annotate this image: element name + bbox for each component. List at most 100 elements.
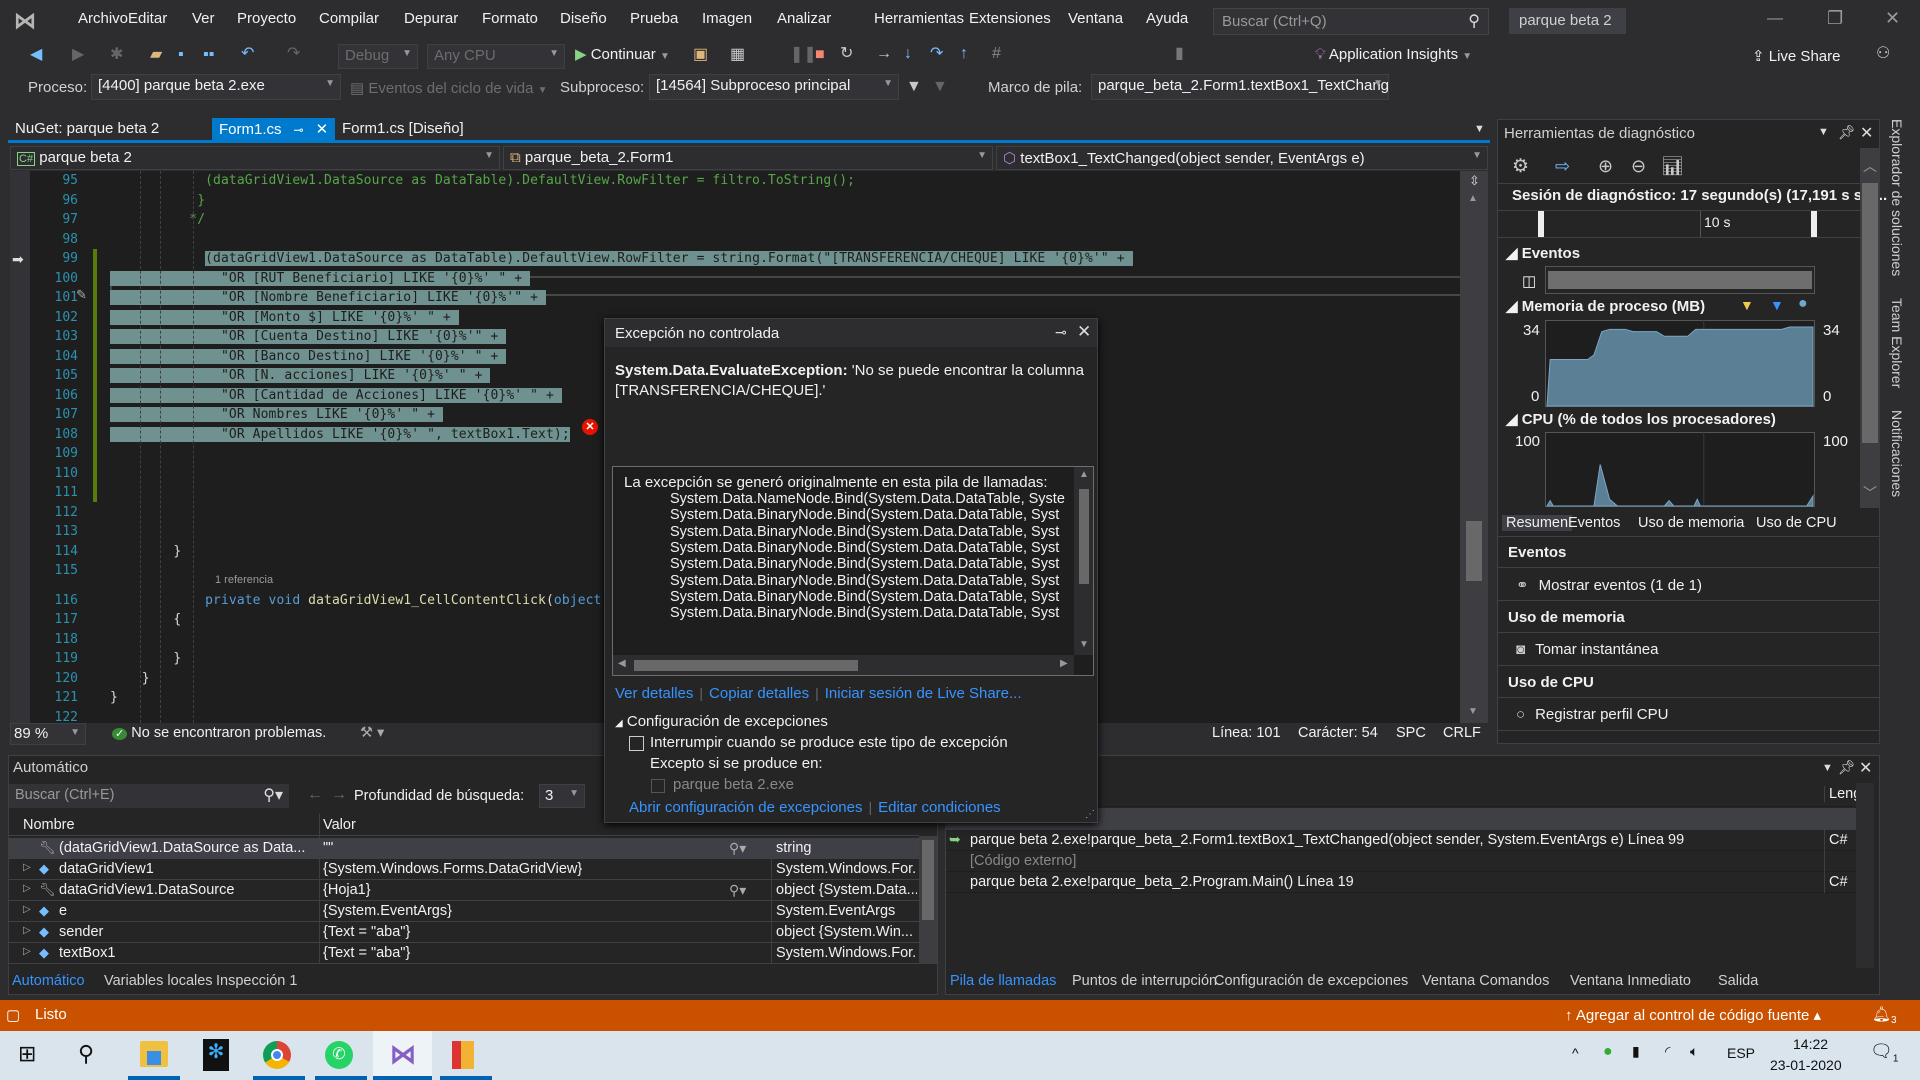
diag-scroll-thumb[interactable] [1862, 183, 1878, 443]
tray-app-icon[interactable]: ● [1603, 1043, 1613, 1061]
autos-tab-1[interactable]: Variables locales [104, 973, 213, 989]
menu-herramientas[interactable]: Herramientas [874, 10, 964, 27]
close-tab-icon[interactable]: ✕ [316, 121, 329, 138]
code-line[interactable]: "OR [Banco Destino] LIKE '{0}%' " + [110, 347, 507, 367]
diag-section-action[interactable]: ⚭ Mostrar eventos (1 de 1) [1498, 567, 1879, 601]
variable-value[interactable]: "" [323, 838, 743, 859]
stack-vscroll[interactable]: ▲ ▼ [1074, 467, 1093, 655]
zoom-dropdown[interactable]: 89 % ▼ [10, 723, 86, 745]
stack-hscroll[interactable]: ◀ ▶ [613, 655, 1074, 675]
menu-ver[interactable]: Ver [192, 10, 215, 27]
callstack-scrollbar[interactable] [1856, 783, 1874, 968]
redo-icon[interactable]: ↷ [287, 46, 300, 62]
code-line[interactable]: } [110, 688, 118, 708]
callstack-tab-4[interactable]: Ventana Inmediato [1570, 973, 1691, 989]
call-stack-frame[interactable]: parque beta 2.exe!parque_beta_2.Form1.te… [970, 830, 1820, 851]
clock-time[interactable]: 14:22 [1793, 1036, 1828, 1052]
code-line[interactable]: "OR [N. acciones] LIKE '{0}%' " + [110, 366, 491, 386]
platform-dropdown[interactable]: Any CPU ▼ [427, 44, 565, 69]
code-line[interactable]: "OR [Cantidad de Acciones] LIKE '{0}%' "… [110, 386, 562, 406]
variable-name[interactable]: dataGridView1 [59, 859, 321, 880]
pin-icon[interactable]: ⊸ [1055, 324, 1067, 341]
autos-scrollbar[interactable] [919, 836, 937, 964]
variable-value[interactable]: {Text = "aba"} [323, 922, 743, 943]
code-line[interactable]: "OR [Monto $] LIKE '{0}%' " + [110, 308, 459, 328]
start-icon[interactable]: ⊞ [18, 1041, 36, 1067]
resize-grip-icon[interactable]: ⋰ [1085, 809, 1095, 820]
project-dropdown[interactable]: C# parque beta 2 ▼ [10, 146, 500, 170]
diag-tab-3[interactable]: Uso de CPU [1756, 515, 1837, 531]
menu-ayuda[interactable]: Ayuda [1146, 10, 1188, 27]
step-into-icon[interactable]: ↓ [904, 46, 912, 62]
input-language[interactable]: ESP [1727, 1045, 1755, 1061]
menu-compilar[interactable]: Compilar [319, 10, 379, 27]
diag-section-action[interactable]: ◙ Tomar instantánea [1498, 632, 1879, 666]
except-module-checkbox[interactable] [651, 779, 665, 793]
undo-icon[interactable]: ↶ [241, 46, 254, 62]
code-line[interactable]: "OR [RUT Beneficiario] LIKE '{0}%' " + [110, 269, 531, 289]
action-center-icon[interactable]: 🗨︎1 [1870, 1041, 1898, 1065]
open-icon[interactable]: ▰ [150, 47, 162, 63]
expand-icon[interactable]: ▷ [23, 925, 31, 936]
break-on-exception-checkbox[interactable] [629, 736, 644, 751]
search-back-icon[interactable]: ← [307, 786, 323, 804]
menu-ventana[interactable]: Ventana [1068, 10, 1123, 27]
exception-settings-toggle[interactable]: ◢ Configuración de excepciones [615, 713, 828, 730]
menu-proyecto[interactable]: Proyecto [237, 10, 296, 27]
scroll-down-icon[interactable]: ﹀ [1863, 483, 1877, 503]
side-tab-0[interactable]: Explorador de soluciones [1889, 119, 1905, 276]
visual-studio-taskbar-button[interactable]: ⋈ [373, 1031, 432, 1080]
pin-tab-icon[interactable]: ⊸ [294, 123, 304, 137]
minimize-button[interactable]: — [1767, 10, 1783, 28]
bookmark-icon[interactable]: ▮ [1175, 46, 1184, 62]
expand-icon[interactable]: ▷ [23, 904, 31, 915]
variable-name[interactable]: (dataGridView1.DataSource as Data... [59, 838, 321, 859]
column-value[interactable]: Valor [323, 817, 356, 833]
pin-icon[interactable]: 📌︎ [1838, 124, 1856, 141]
quick-search-input[interactable]: Buscar (Ctrl+Q) ⚲ [1213, 8, 1489, 35]
expand-icon[interactable]: ▷ [23, 862, 31, 873]
show-next-statement-icon[interactable]: → [876, 46, 892, 62]
variable-name[interactable]: e [59, 901, 321, 922]
code-line[interactable]: } [110, 649, 181, 669]
panel-menu-icon[interactable]: ▼ [1818, 126, 1829, 138]
chrome-icon[interactable] [263, 1041, 291, 1069]
menu-depurar[interactable]: Depurar [404, 10, 458, 27]
scroll-up-icon[interactable]: ︿ [1863, 156, 1877, 176]
autos-tab-2[interactable]: Inspección 1 [216, 973, 297, 989]
code-line[interactable]: private void dataGridView1_CellContentCl… [110, 591, 601, 611]
thread-dropdown[interactable]: [14564] Subproceso principal ▼ [649, 74, 899, 100]
stack-vscroll-thumb[interactable] [1079, 489, 1089, 584]
variable-name[interactable]: textBox1 [59, 943, 321, 964]
menu-imagen[interactable]: Imagen [702, 10, 752, 27]
hex-icon[interactable]: # [992, 46, 1001, 62]
save-all-icon[interactable]: ▪▪ [203, 47, 214, 63]
callstack-tab-3[interactable]: Ventana Comandos [1422, 973, 1549, 989]
continue-button[interactable]: ▶ Continuar ▼ [575, 45, 670, 69]
diag-scrollbar[interactable]: ︿ ﹀ [1860, 148, 1880, 508]
callstack-tab-0[interactable]: Pila de llamadas [950, 973, 1056, 989]
selection-end-handle[interactable] [1811, 211, 1817, 237]
visualizer-icon[interactable]: ⚲▾ [729, 840, 746, 857]
diag-tab-2[interactable]: Uso de memoria [1638, 515, 1744, 531]
edit-conditions-link[interactable]: Editar condiciones [878, 799, 1001, 816]
tab-0[interactable]: NuGet: parque beta 2 [8, 118, 205, 140]
code-line[interactable]: } [110, 669, 150, 689]
split-icon[interactable]: ⇳ [1469, 173, 1480, 189]
menu-extensiones[interactable]: Extensiones [969, 10, 1051, 27]
code-line[interactable]: "OR [Nombre Beneficiario] LIKE '{0}%'" + [110, 288, 546, 308]
wifi-icon[interactable]: ◜ [1665, 1043, 1670, 1060]
tab-1[interactable]: Form1.cs ⊸ ✕ [212, 118, 335, 140]
visualizer-icon[interactable]: ⚲▾ [729, 882, 746, 899]
memory-chart[interactable] [1545, 320, 1815, 407]
search-forward-icon[interactable]: → [331, 786, 347, 804]
pin-icon[interactable]: 📌︎ [1838, 759, 1856, 776]
variable-value[interactable]: {System.Windows.Forms.DataGridView} [323, 859, 743, 880]
close-panel-icon[interactable]: ✕ [1860, 123, 1873, 143]
autos-search-input[interactable]: Buscar (Ctrl+E) ⚲▾ [9, 784, 289, 808]
expand-icon[interactable]: ▷ [23, 883, 31, 894]
save-icon[interactable]: ▪ [178, 47, 184, 63]
cpu-chart[interactable] [1545, 432, 1815, 507]
variable-value[interactable]: {System.EventArgs} [323, 901, 743, 922]
expand-icon[interactable]: ▷ [23, 946, 31, 957]
